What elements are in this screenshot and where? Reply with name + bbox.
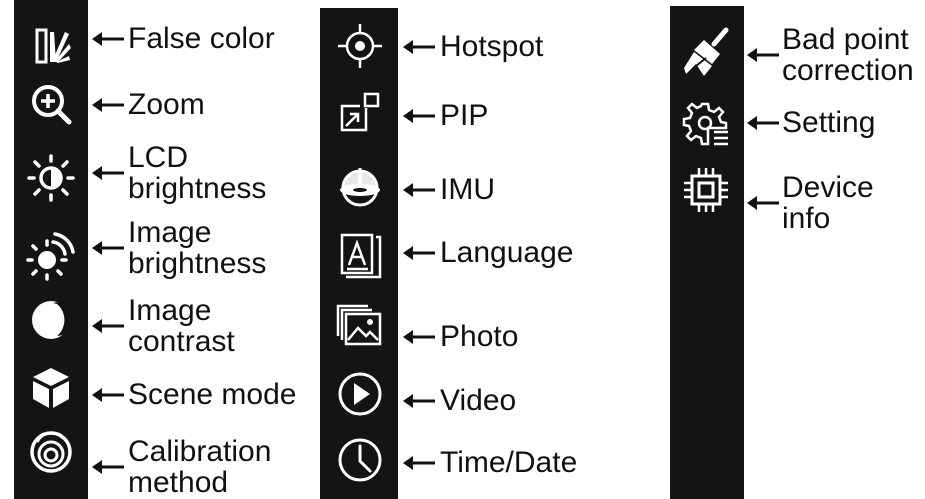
left-arrow-icon — [92, 385, 126, 405]
label-line: correction — [782, 54, 914, 87]
time-date-icon — [332, 432, 388, 488]
label-line: Bad point — [782, 23, 909, 56]
left-arrow-icon — [92, 95, 126, 115]
callout-label: PIP — [440, 99, 488, 133]
scene-mode-icon — [23, 360, 79, 416]
label-line: Language — [440, 236, 574, 269]
callout-language: Language — [403, 236, 573, 270]
callout-label: LCD brightness — [128, 142, 266, 204]
left-arrow-icon — [403, 37, 437, 57]
callout-setting: Setting — [747, 106, 875, 140]
hotspot-icon — [332, 18, 388, 74]
callout-label: Scene mode — [128, 378, 296, 412]
left-arrow-icon — [92, 29, 126, 49]
label-line: brightness — [128, 247, 267, 280]
imu-icon — [332, 160, 388, 216]
callout-label: Image contrast — [128, 295, 235, 357]
callout-label: Language — [440, 236, 573, 270]
label-line: Photo — [440, 320, 519, 353]
label-line: False color — [128, 22, 275, 55]
label-line: info — [782, 202, 831, 235]
label-line: Device — [782, 171, 874, 204]
callout-photo: Photo — [403, 320, 518, 354]
label-line: Calibration — [128, 435, 272, 468]
left-arrow-icon — [403, 453, 437, 473]
language-icon — [332, 225, 388, 281]
callout-hotspot: Hotspot — [403, 30, 543, 64]
left-arrow-icon — [403, 106, 437, 126]
callout-label: False color — [128, 22, 275, 56]
calibration-method-icon — [23, 424, 79, 480]
callout-time-date: Time/Date — [403, 446, 577, 480]
left-arrow-icon — [747, 193, 781, 213]
label-line: brightness — [128, 172, 267, 205]
label-line: Image — [128, 216, 212, 249]
callout-calibration-method: Calibration method — [92, 436, 271, 498]
false-color-icon — [23, 18, 79, 74]
callout-image-brightness: Image brightness — [92, 217, 266, 279]
device-info-icon — [678, 162, 734, 218]
left-arrow-icon — [92, 238, 126, 258]
left-arrow-icon — [92, 316, 126, 336]
label-line: Image — [128, 294, 212, 327]
label-line: Time/Date — [440, 446, 578, 479]
left-arrow-icon — [747, 45, 781, 65]
callout-label: Photo — [440, 320, 518, 354]
left-arrow-icon — [403, 180, 437, 200]
callout-label: Image brightness — [128, 217, 266, 279]
pip-icon — [332, 86, 388, 142]
bad-point-correction-icon — [678, 24, 734, 80]
callout-scene-mode: Scene mode — [92, 378, 296, 412]
callout-label: Bad point correction — [782, 24, 914, 86]
label-line: Scene mode — [128, 378, 297, 411]
image-contrast-icon — [23, 292, 79, 348]
setting-icon — [678, 96, 734, 152]
label-line: method — [128, 466, 229, 499]
label-line: Hotspot — [440, 30, 544, 63]
callout-imu: IMU — [403, 173, 495, 207]
callout-false-color: False color — [92, 22, 275, 56]
callout-image-contrast: Image contrast — [92, 295, 235, 357]
label-line: IMU — [440, 173, 495, 206]
callout-zoom: Zoom — [92, 88, 205, 122]
video-icon — [332, 366, 388, 422]
label-line: Setting — [782, 106, 876, 139]
left-arrow-icon — [403, 327, 437, 347]
left-arrow-icon — [92, 163, 126, 183]
zoom-icon — [23, 76, 79, 132]
callout-label: Hotspot — [440, 30, 543, 64]
callout-label: Device info — [782, 172, 874, 234]
callout-pip: PIP — [403, 99, 488, 133]
lcd-brightness-icon — [23, 150, 79, 206]
callout-label: IMU — [440, 173, 495, 207]
photo-icon — [332, 298, 388, 354]
image-brightness-icon — [23, 228, 79, 284]
callout-label: Time/Date — [440, 446, 577, 480]
callout-label: Setting — [782, 106, 875, 140]
callout-video: Video — [403, 384, 516, 418]
callout-lcd-brightness: LCD brightness — [92, 142, 266, 204]
left-arrow-icon — [403, 243, 437, 263]
label-line: Zoom — [128, 88, 205, 121]
label-line: Video — [440, 384, 517, 417]
left-arrow-icon — [92, 457, 126, 477]
callout-label: Zoom — [128, 88, 205, 122]
left-arrow-icon — [403, 391, 437, 411]
left-arrow-icon — [747, 113, 781, 133]
label-line: contrast — [128, 325, 235, 358]
callout-label: Calibration method — [128, 436, 271, 498]
callout-device-info: Device info — [747, 172, 874, 234]
label-line: LCD — [128, 141, 189, 174]
callout-bad-point-correction: Bad point correction — [747, 24, 914, 86]
callout-label: Video — [440, 384, 516, 418]
label-line: PIP — [440, 99, 489, 132]
